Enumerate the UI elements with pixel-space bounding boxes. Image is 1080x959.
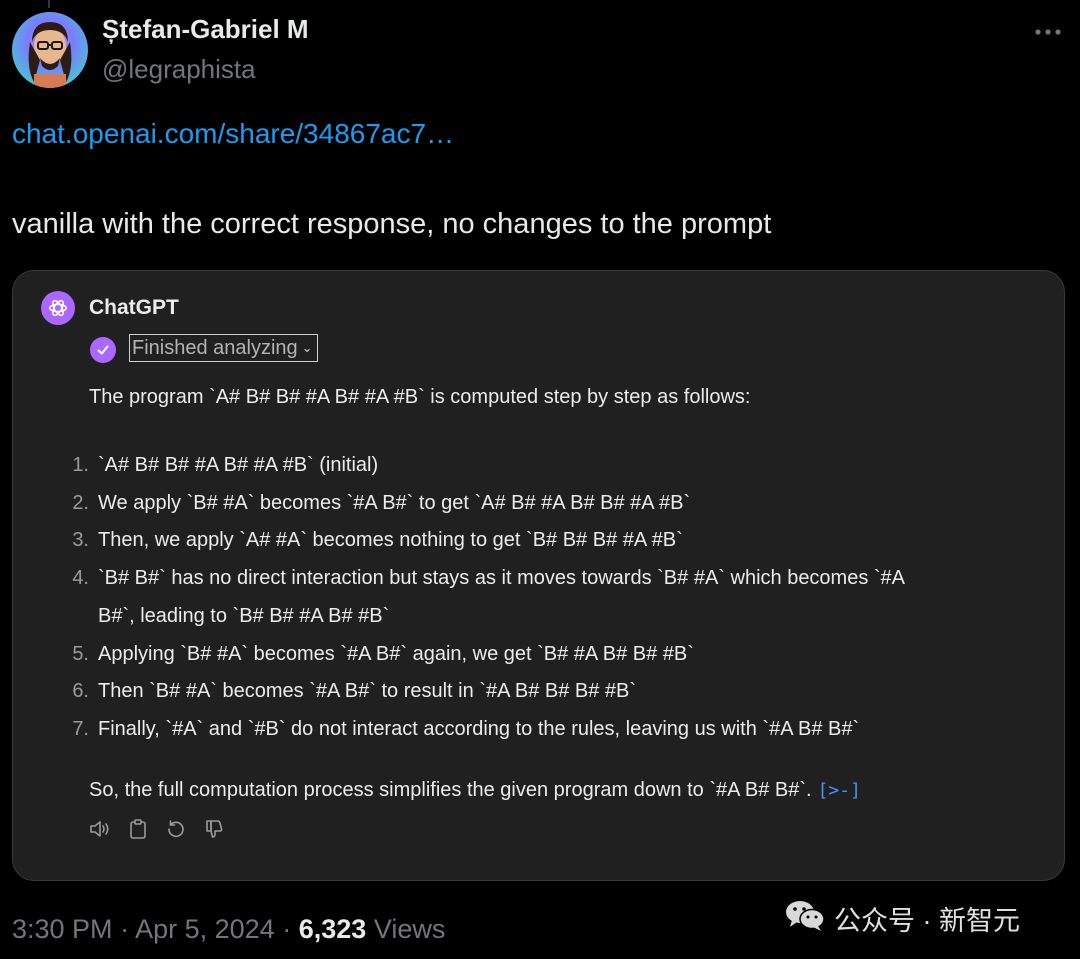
step-item: 7. Finally, `#A` and `#B` do not interac… bbox=[57, 711, 905, 749]
chatgpt-screenshot-card[interactable]: ChatGPT Finished analyzing ⌄ The program… bbox=[12, 270, 1065, 881]
step-text-continued: B#`, leading to `B# B# #A B# #B` bbox=[98, 604, 390, 627]
views-count: 6,323 bbox=[298, 914, 367, 944]
view-analysis-link[interactable]: [>-] bbox=[818, 780, 861, 801]
thumbs-down-icon[interactable] bbox=[203, 818, 225, 840]
author-handle[interactable]: @legraphista bbox=[102, 54, 256, 85]
chatgpt-name: ChatGPT bbox=[89, 296, 179, 319]
step-number: 7. bbox=[72, 717, 89, 740]
analysis-status-toggle[interactable]: Finished analyzing ⌄ bbox=[129, 334, 318, 362]
wechat-icon bbox=[784, 898, 826, 939]
copy-icon[interactable] bbox=[127, 818, 149, 840]
response-actions bbox=[89, 818, 225, 840]
step-text: Applying `B# #A` becomes `#A B#` again, … bbox=[98, 642, 694, 665]
views-label: Views bbox=[373, 914, 446, 944]
response-conclusion: So, the full computation process simplif… bbox=[89, 776, 861, 805]
meta-separator: · bbox=[120, 914, 136, 944]
step-number: 2. bbox=[72, 491, 89, 514]
tweet-date[interactable]: Apr 5, 2024 bbox=[135, 914, 275, 944]
step-item: 1. `A# B# B# #A B# #A #B` (initial) bbox=[57, 447, 905, 485]
step-number: 5. bbox=[72, 642, 89, 665]
step-item: 6. Then `B# #A` becomes `#A B#` to resul… bbox=[57, 673, 905, 711]
watermark-text: 公众号 · 新智元 bbox=[834, 906, 1020, 936]
step-text: Finally, `#A` and `#B` do not interact a… bbox=[98, 717, 860, 740]
step-item: 3. Then, we apply `A# #A` becomes nothin… bbox=[57, 522, 905, 560]
tweet-text: vanilla with the correct response, no ch… bbox=[12, 208, 772, 240]
step-text: We apply `B# #A` becomes `#A B#` to get … bbox=[98, 491, 691, 514]
author-name[interactable]: Ștefan-Gabriel M bbox=[102, 14, 309, 45]
regenerate-icon[interactable] bbox=[165, 818, 187, 840]
check-icon bbox=[90, 337, 116, 363]
speaker-icon[interactable] bbox=[89, 818, 111, 840]
step-text: Then `B# #A` becomes `#A B#` to result i… bbox=[98, 680, 637, 703]
chatgpt-logo-icon bbox=[41, 291, 75, 325]
tweet-meta: 3:30 PM · Apr 5, 2024 · 6,323 Views bbox=[12, 914, 445, 945]
meta-separator: · bbox=[282, 914, 299, 944]
tweet-time[interactable]: 3:30 PM bbox=[12, 914, 113, 944]
more-options-icon[interactable] bbox=[1034, 18, 1062, 46]
step-number: 1. bbox=[72, 454, 89, 476]
step-number: 3. bbox=[72, 529, 89, 552]
analysis-status-label: Finished analyzing bbox=[132, 336, 298, 359]
step-text: `B# B#` has no direct interaction but st… bbox=[98, 567, 906, 590]
share-link[interactable]: chat.openai.com/share/34867ac7… bbox=[12, 118, 454, 150]
step-item: 4. `B# B#` has no direct interaction but… bbox=[57, 560, 905, 635]
step-number: 4. bbox=[72, 567, 89, 590]
step-text: `A# B# B# #A B# #A #B` (initial) bbox=[98, 454, 379, 476]
step-item: 5. Applying `B# #A` becomes `#A B#` agai… bbox=[57, 636, 905, 674]
chevron-down-icon: ⌄ bbox=[301, 340, 313, 355]
thread-connector bbox=[48, 0, 50, 8]
steps-list: 1. `A# B# B# #A B# #A #B` (initial) 2. W… bbox=[57, 447, 905, 749]
step-text: Then, we apply `A# #A` becomes nothing t… bbox=[98, 529, 683, 552]
response-intro: The program `A# B# B# #A B# #A #B` is co… bbox=[89, 386, 751, 408]
conclusion-text: So, the full computation process simplif… bbox=[89, 779, 812, 801]
wechat-watermark: 公众号 · 新智元 bbox=[784, 898, 1020, 939]
step-item: 2. We apply `B# #A` becomes `#A B#` to g… bbox=[57, 485, 905, 523]
step-number: 6. bbox=[72, 680, 89, 703]
avatar[interactable] bbox=[12, 12, 88, 88]
